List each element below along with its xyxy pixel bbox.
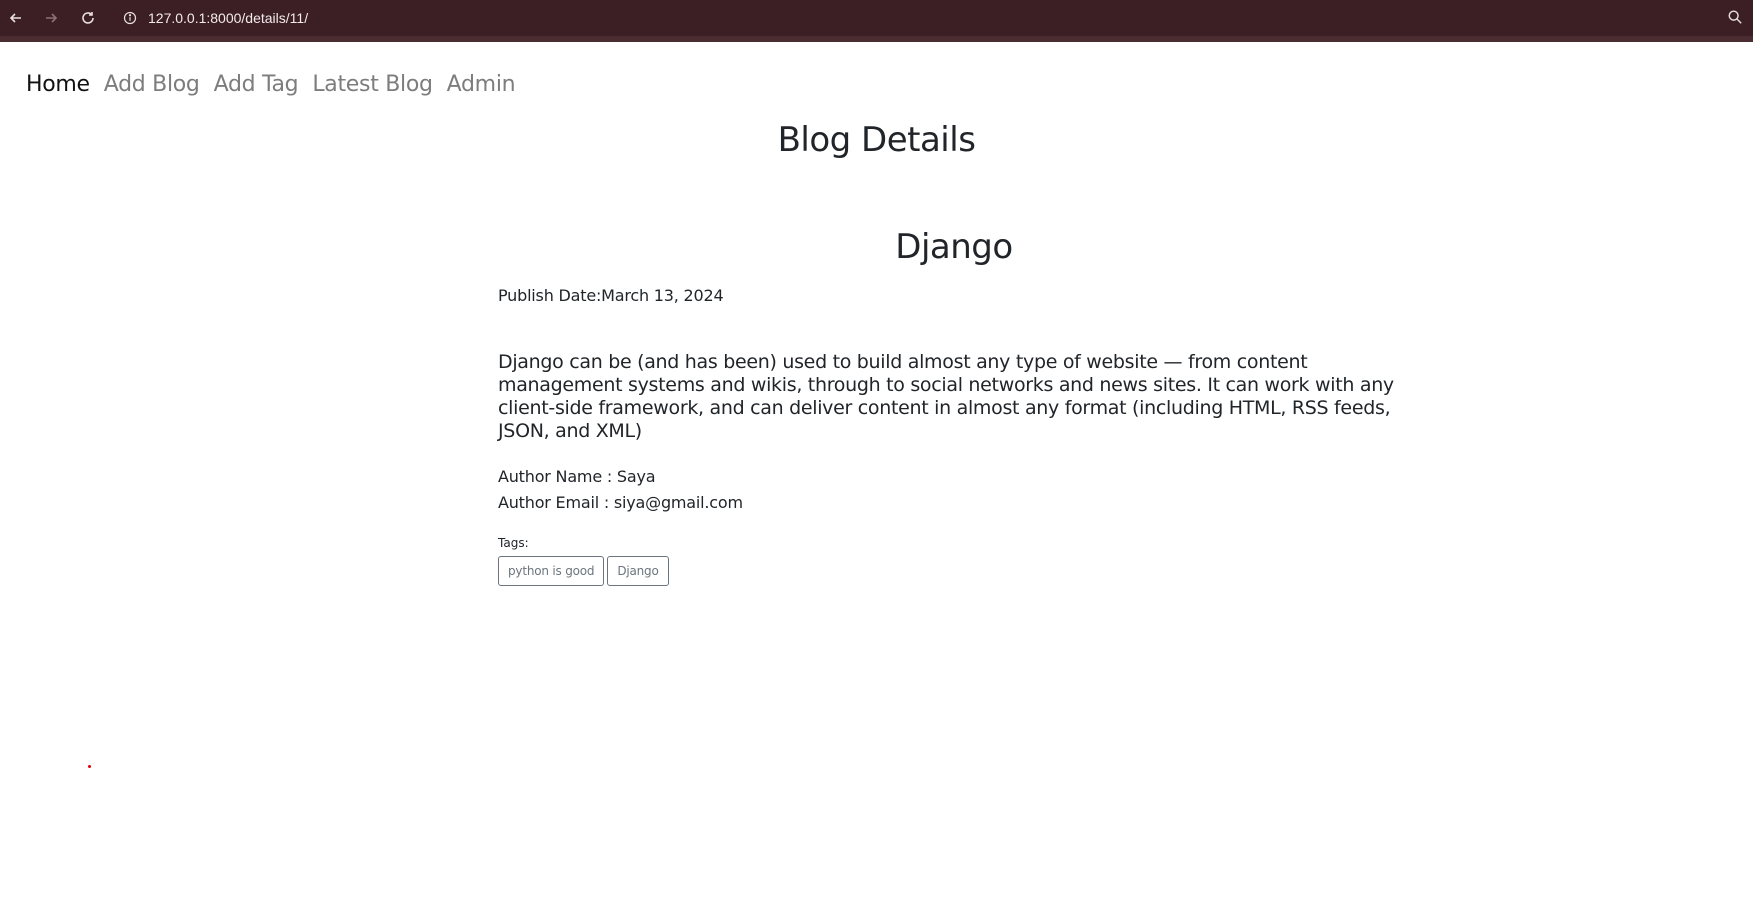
tag-list: python is good Django bbox=[498, 556, 1398, 586]
reload-button[interactable] bbox=[76, 6, 100, 30]
cursor-dot bbox=[88, 765, 91, 768]
author-info: Author Name : Saya Author Email : siya@g… bbox=[498, 464, 1398, 516]
nav-add-blog-link[interactable]: Add Blog bbox=[104, 72, 200, 97]
blog-description: Django can be (and has been) used to bui… bbox=[498, 351, 1394, 442]
author-name: Author Name : Saya bbox=[498, 467, 656, 486]
nav-latest-blog-link[interactable]: Latest Blog bbox=[312, 72, 433, 97]
zoom-icon[interactable] bbox=[1727, 9, 1745, 27]
tag-button-python-is-good[interactable]: python is good bbox=[498, 556, 605, 586]
info-icon[interactable] bbox=[122, 10, 138, 26]
address-bar[interactable]: 127.0.0.1:8000/details/11/ bbox=[114, 4, 1719, 32]
tags-label: Tags: bbox=[498, 536, 529, 550]
back-button[interactable] bbox=[4, 6, 28, 30]
reload-icon bbox=[82, 12, 94, 24]
author-email: Author Email : siya@gmail.com bbox=[498, 493, 743, 512]
nav-admin-link[interactable]: Admin bbox=[447, 72, 516, 97]
page-title: Blog Details bbox=[777, 120, 976, 160]
nav-add-tag-link[interactable]: Add Tag bbox=[214, 72, 299, 97]
tag-button-django[interactable]: Django bbox=[607, 556, 669, 586]
url-text[interactable]: 127.0.0.1:8000/details/11/ bbox=[148, 10, 308, 26]
blog-detail: Django Publish Date:March 13, 2024 Djang… bbox=[498, 225, 1398, 586]
blog-title: Django bbox=[895, 227, 1013, 267]
forward-button[interactable] bbox=[39, 6, 63, 30]
main-nav: Home Add Blog Add Tag Latest Blog Admin bbox=[26, 72, 529, 97]
publish-date: Publish Date:March 13, 2024 bbox=[498, 286, 724, 305]
nav-home-link[interactable]: Home bbox=[26, 72, 90, 97]
browser-toolbar: 127.0.0.1:8000/details/11/ bbox=[0, 0, 1753, 42]
arrow-left-icon bbox=[9, 13, 21, 23]
arrow-right-icon bbox=[46, 13, 58, 23]
